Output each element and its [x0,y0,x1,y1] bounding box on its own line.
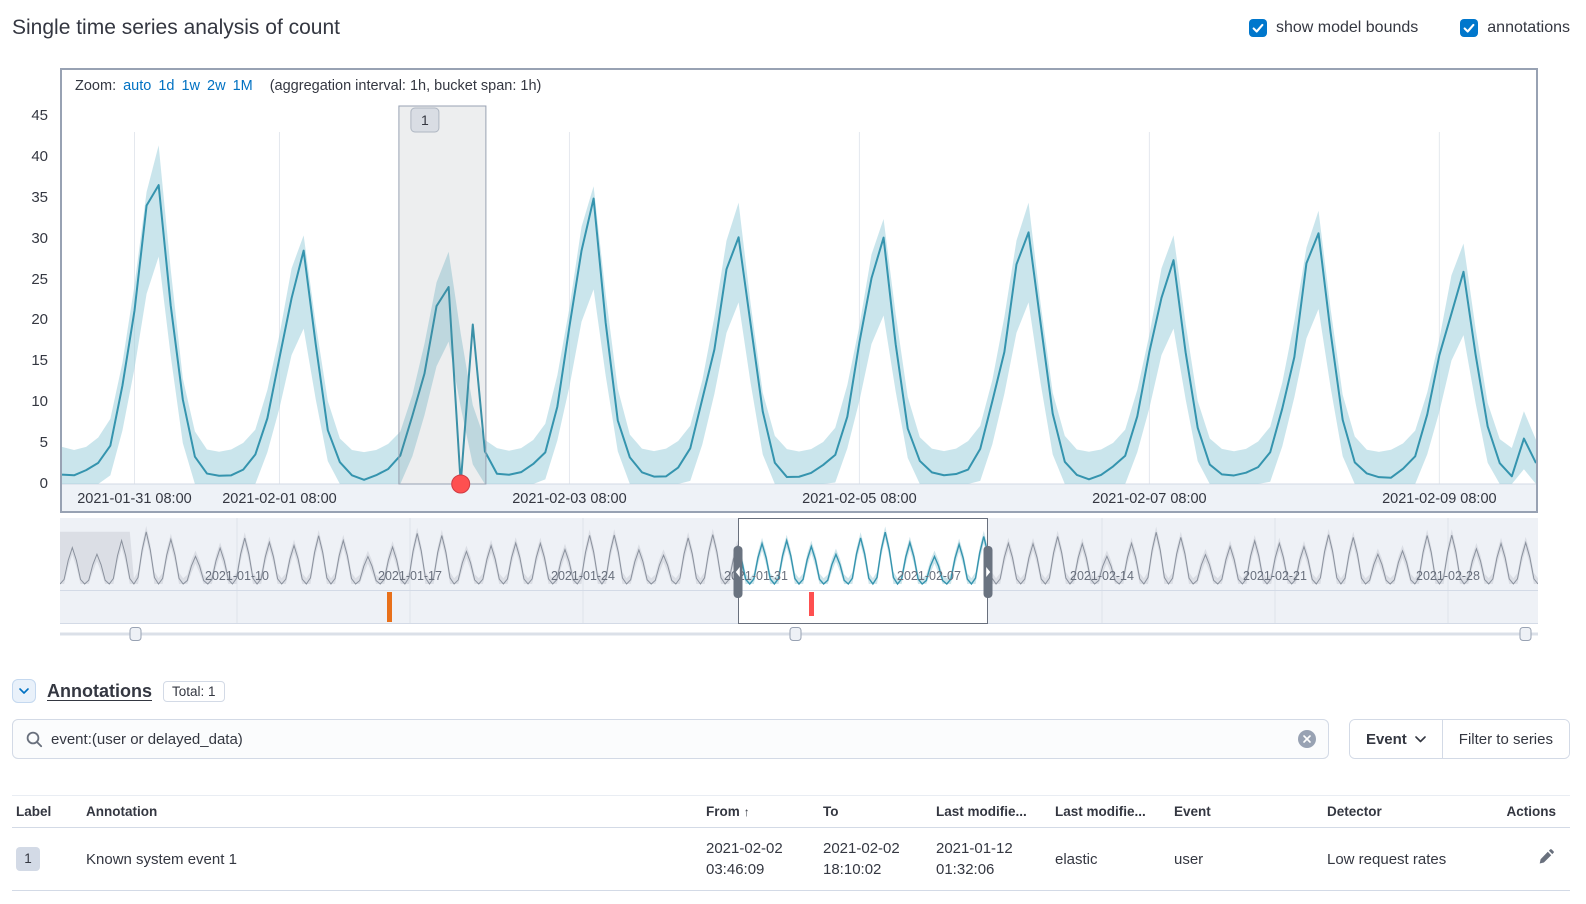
page-header: Single time series analysis of count sho… [12,10,1570,46]
clear-search-button[interactable] [1298,730,1316,748]
context-x-label: 2021-02-28 [1416,569,1480,583]
event-filter-label: Event [1366,731,1407,748]
actions-cell [1493,828,1570,891]
scrollbar-thumb[interactable] [1520,628,1531,641]
column-header-to[interactable]: To [823,796,936,828]
label-cell: 1 [12,828,86,891]
annotation-label-text: 1 [421,112,429,128]
column-header-actions: Actions [1493,796,1570,828]
column-header-annotation[interactable]: Annotation [86,796,706,828]
search-input[interactable] [51,731,1298,748]
annotation-label-badge: 1 [16,847,40,871]
annotation-cell: Known system event 1 [86,828,706,891]
checkbox-checked-icon [1249,19,1267,37]
aggregation-interval-note: (aggregation interval: 1h, bucket span: … [270,78,542,94]
y-axis-label: 25 [31,270,48,290]
event-filter-button[interactable]: Event [1350,720,1442,758]
pencil-icon [1538,849,1554,865]
table-header-row: Label Annotation From↑ To Last modifie..… [12,796,1570,828]
column-header-label: Label [12,796,86,828]
zoom-option-1d[interactable]: 1d [158,78,174,94]
y-axis-label: 30 [31,229,48,249]
annotations-toolbar: Event Filter to series [12,719,1570,759]
annotations-checkbox[interactable]: annotations [1460,19,1570,37]
y-axis-label: 15 [31,351,48,371]
chart-options: show model bounds annotations [1249,19,1570,37]
scrollbar-thumb[interactable] [790,628,801,641]
chart-region: 051015202530354045 Zoom: auto1d1w2w1M (a… [60,68,1538,642]
zoom-option-1M[interactable]: 1M [233,78,253,94]
y-axis-label: 5 [40,433,48,453]
context-annotation-marker[interactable] [809,592,814,616]
x-axis-label: 2021-02-07 08:00 [1092,491,1207,507]
zoom-option-2w[interactable]: 2w [207,78,226,94]
y-axis-label: 20 [31,310,48,330]
model-bounds-band [62,145,1536,484]
annotations-title: Annotations [47,681,152,702]
filter-to-series-button[interactable]: Filter to series [1443,720,1569,758]
zoom-controls: Zoom: auto 1d 1w 2w 1M (aggregation interval… [62,70,1536,102]
zoom-option-auto[interactable]: auto [123,78,151,94]
to-cell: 2021-02-02 18:10:02 [823,828,936,891]
single-metric-viewer: Single time series analysis of count sho… [0,0,1586,891]
context-x-label: 2021-02-14 [1070,569,1134,583]
y-axis-label: 35 [31,188,48,208]
y-axis: 0 5 10 15 20 25 30 35 40 45 [12,68,56,513]
scrollbar-thumb[interactable] [130,628,141,641]
filter-to-series-label: Filter to series [1459,731,1553,748]
context-annotation-marker[interactable] [387,592,392,622]
zoom-options: auto 1d 1w 2w 1M [123,78,260,94]
y-axis-label: 10 [31,392,48,412]
annotations-accordion-toggle[interactable] [12,679,36,703]
x-axis-label: 2021-01-31 08:00 [77,491,192,507]
chevron-down-icon [1415,736,1426,743]
annotations-search-box [12,719,1329,759]
context-chart-wrap: 2021-01-102021-01-172021-01-242021-01-31… [60,518,1538,642]
focus-chart[interactable]: 2021-01-31 08:00 2021-02-01 08:00 2021-02-… [62,102,1536,511]
detector-cell: Low request rates [1327,828,1493,891]
annotations-header: Annotations Total: 1 [12,676,1570,706]
edit-annotation-button[interactable] [1536,847,1556,867]
column-header-last-modified-time[interactable]: Last modifie... [936,796,1055,828]
x-axis-label: 2021-02-01 08:00 [222,491,337,507]
table-row: 1 Known system event 1 2021-02-02 03:46:… [12,828,1570,891]
context-x-label: 2021-01-24 [551,569,615,583]
column-header-event[interactable]: Event [1174,796,1327,828]
annotations-table: Label Annotation From↑ To Last modifie..… [12,795,1570,891]
page-title: Single time series analysis of count [12,16,340,40]
column-header-last-modified-by[interactable]: Last modifie... [1055,796,1174,828]
annotations-total-badge: Total: 1 [163,681,225,702]
y-axis-label: 40 [31,147,48,167]
x-axis-label: 2021-02-03 08:00 [512,491,627,507]
chevron-down-icon [16,683,32,699]
anomaly-marker[interactable] [452,475,470,493]
checkbox-checked-icon [1460,19,1478,37]
zoom-option-1w[interactable]: 1w [181,78,200,94]
x-axis-label: 2021-02-09 08:00 [1382,491,1497,507]
column-header-from[interactable]: From↑ [706,796,823,828]
last-modified-time-cell: 2021-01-12 01:32:06 [936,828,1055,891]
from-cell: 2021-02-02 03:46:09 [706,828,823,891]
context-chart[interactable]: 2021-01-102021-01-172021-01-242021-01-31… [60,518,1538,642]
filter-group: Event Filter to series [1349,719,1570,759]
context-x-label: 2021-01-10 [205,569,269,583]
zoom-label: Zoom: [75,78,116,94]
sort-asc-icon: ↑ [744,805,750,819]
y-axis-label: 45 [31,106,48,126]
context-x-label: 2021-02-07 [897,569,961,583]
column-header-detector[interactable]: Detector [1327,796,1493,828]
close-icon [1302,734,1312,744]
show-model-bounds-checkbox[interactable]: show model bounds [1249,19,1418,37]
context-x-label: 2021-02-21 [1243,569,1307,583]
last-modified-by-cell: elastic [1055,828,1174,891]
search-icon [25,730,43,748]
y-axis-label: 0 [40,474,48,494]
context-x-label: 2021-01-17 [378,569,442,583]
checkbox-label: annotations [1487,19,1570,37]
annotation-region[interactable] [399,106,486,484]
focus-chart-panel: Zoom: auto 1d 1w 2w 1M (aggregation interval… [60,68,1538,513]
x-axis-label: 2021-02-05 08:00 [802,491,917,507]
event-cell: user [1174,828,1327,891]
checkbox-label: show model bounds [1276,19,1418,37]
